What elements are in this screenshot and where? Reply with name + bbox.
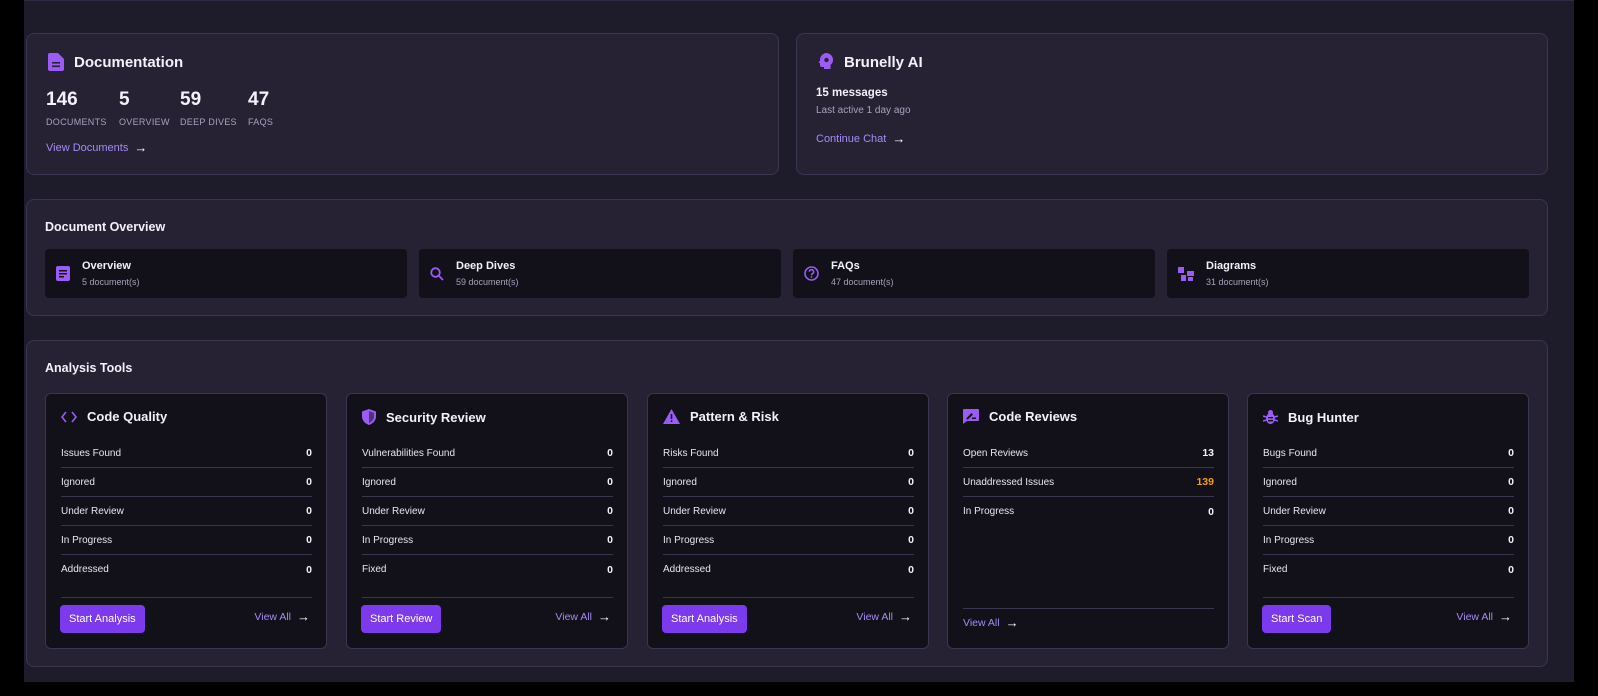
start-scan-button[interactable]: Start Scan	[1262, 605, 1332, 633]
stat-row: Under Review 0	[663, 497, 914, 526]
stat-row: Addressed 0	[61, 563, 312, 576]
tool-card-code-reviews: Code Reviews Open Reviews 13 Unaddressed …	[947, 393, 1229, 649]
shield-icon	[362, 409, 376, 425]
arrow-right-icon: →	[1005, 615, 1019, 630]
stat-row: Under Review 0	[1263, 497, 1514, 526]
documentation-card: Documentation 146 DOCUMENTS 5 OVERVIEW 5…	[26, 33, 779, 175]
stat-row: Fixed 0	[1263, 563, 1514, 576]
stat-row: Addressed 0	[663, 563, 914, 576]
stat-row: In Progress 0	[61, 526, 312, 555]
stat-documents: 146 DOCUMENTS	[46, 89, 107, 127]
stat-row: In Progress 0	[963, 505, 1214, 518]
documentation-title: Documentation	[74, 53, 184, 71]
search-icon	[430, 266, 444, 281]
arrow-right-icon: →	[134, 140, 148, 155]
ai-last-active: Last active 1 day ago	[816, 105, 911, 116]
review-comment-icon	[963, 409, 979, 424]
warning-icon	[663, 409, 680, 424]
stat-row: In Progress 0	[1263, 526, 1514, 555]
analysis-tools-title: Analysis Tools	[45, 361, 133, 375]
tool-stats: Issues Found 0 Ignored 0 Under Review 0 In …	[61, 439, 312, 584]
stat-row: Unaddressed Issues 139	[963, 468, 1214, 497]
arrow-right-icon: →	[598, 609, 611, 624]
ai-brain-icon	[818, 53, 833, 69]
diagram-icon	[1178, 266, 1194, 281]
arrow-right-icon: →	[1499, 609, 1512, 624]
tool-stats: Risks Found 0 Ignored 0 Under Review 0 In P…	[663, 439, 914, 584]
ai-title: Brunelly AI	[844, 53, 923, 71]
view-documents-link[interactable]: View Documents →	[46, 140, 147, 155]
start-review-button[interactable]: Start Review	[361, 605, 442, 633]
dashboard: Documentation 146 DOCUMENTS 5 OVERVIEW 5…	[24, 0, 1574, 682]
divider	[362, 597, 613, 598]
arrow-right-icon: →	[899, 609, 912, 624]
stat-row: Ignored 0	[362, 468, 613, 497]
help-circle-icon	[804, 266, 819, 281]
code-icon	[61, 411, 77, 422]
divider	[1263, 597, 1514, 598]
stat-row: Ignored 0	[1263, 468, 1514, 497]
overview-item-overview[interactable]: Overview 5 document(s)	[45, 249, 407, 298]
tool-card-code-quality: Code Quality Issues Found 0 Ignored 0 Unde…	[45, 393, 327, 649]
view-all-link[interactable]: View All →	[254, 609, 310, 624]
view-all-link[interactable]: View All →	[1456, 609, 1512, 624]
stat-deep-dives: 59 DEEP DIVES	[180, 89, 237, 127]
stat-row: Issues Found 0	[61, 439, 312, 468]
stat-row: In Progress 0	[663, 526, 914, 555]
divider	[963, 608, 1214, 609]
stat-row: Risks Found 0	[663, 439, 914, 468]
tool-stats: Open Reviews 13 Unaddressed Issues 139 In …	[963, 439, 1214, 526]
continue-chat-link[interactable]: Continue Chat →	[816, 131, 905, 146]
stat-row: Fixed 0	[362, 563, 613, 576]
stat-row: Under Review 0	[61, 497, 312, 526]
bug-icon	[1263, 410, 1278, 424]
tool-stats: Vulnerabilities Found 0 Ignored 0 Under Re…	[362, 439, 613, 584]
tool-card-bug-hunter: Bug Hunter Bugs Found 0 Ignored 0 Under Re…	[1247, 393, 1529, 649]
ai-card: Brunelly AI 15 messages Last active 1 da…	[796, 33, 1548, 175]
overview-item-diagrams[interactable]: Diagrams 31 document(s)	[1167, 249, 1529, 298]
overview-item-deep-dives[interactable]: Deep Dives 59 document(s)	[419, 249, 781, 298]
view-all-link[interactable]: View All →	[856, 609, 912, 624]
divider	[61, 597, 312, 598]
stat-row: In Progress 0	[362, 526, 613, 555]
tool-card-security-review: Security Review Vulnerabilities Found 0 I…	[346, 393, 628, 649]
arrow-right-icon: →	[297, 609, 310, 624]
document-icon	[56, 266, 70, 281]
start-analysis-button[interactable]: Start Analysis	[60, 605, 145, 633]
start-analysis-button[interactable]: Start Analysis	[662, 605, 747, 633]
tool-stats: Bugs Found 0 Ignored 0 Under Review 0 In Pr…	[1263, 439, 1514, 584]
stat-row: Open Reviews 13	[963, 439, 1214, 468]
divider	[663, 597, 914, 598]
view-all-link[interactable]: View All →	[555, 609, 611, 624]
document-overview-title: Document Overview	[45, 220, 166, 234]
stat-row: Ignored 0	[663, 468, 914, 497]
document-icon	[48, 53, 64, 71]
overview-item-faqs[interactable]: FAQs 47 document(s)	[793, 249, 1155, 298]
ai-messages: 15 messages	[816, 87, 888, 99]
stat-row: Vulnerabilities Found 0	[362, 439, 613, 468]
stat-overview: 5 OVERVIEW	[119, 89, 170, 127]
arrow-right-icon: →	[892, 131, 906, 146]
view-all-link[interactable]: View All →	[963, 615, 1019, 630]
stat-row: Ignored 0	[61, 468, 312, 497]
tool-card-pattern-risk: Pattern & Risk Risks Found 0 Ignored 0 Und…	[647, 393, 929, 649]
stat-row: Bugs Found 0	[1263, 439, 1514, 468]
stat-faqs: 47 FAQS	[248, 89, 274, 127]
stat-row: Under Review 0	[362, 497, 613, 526]
